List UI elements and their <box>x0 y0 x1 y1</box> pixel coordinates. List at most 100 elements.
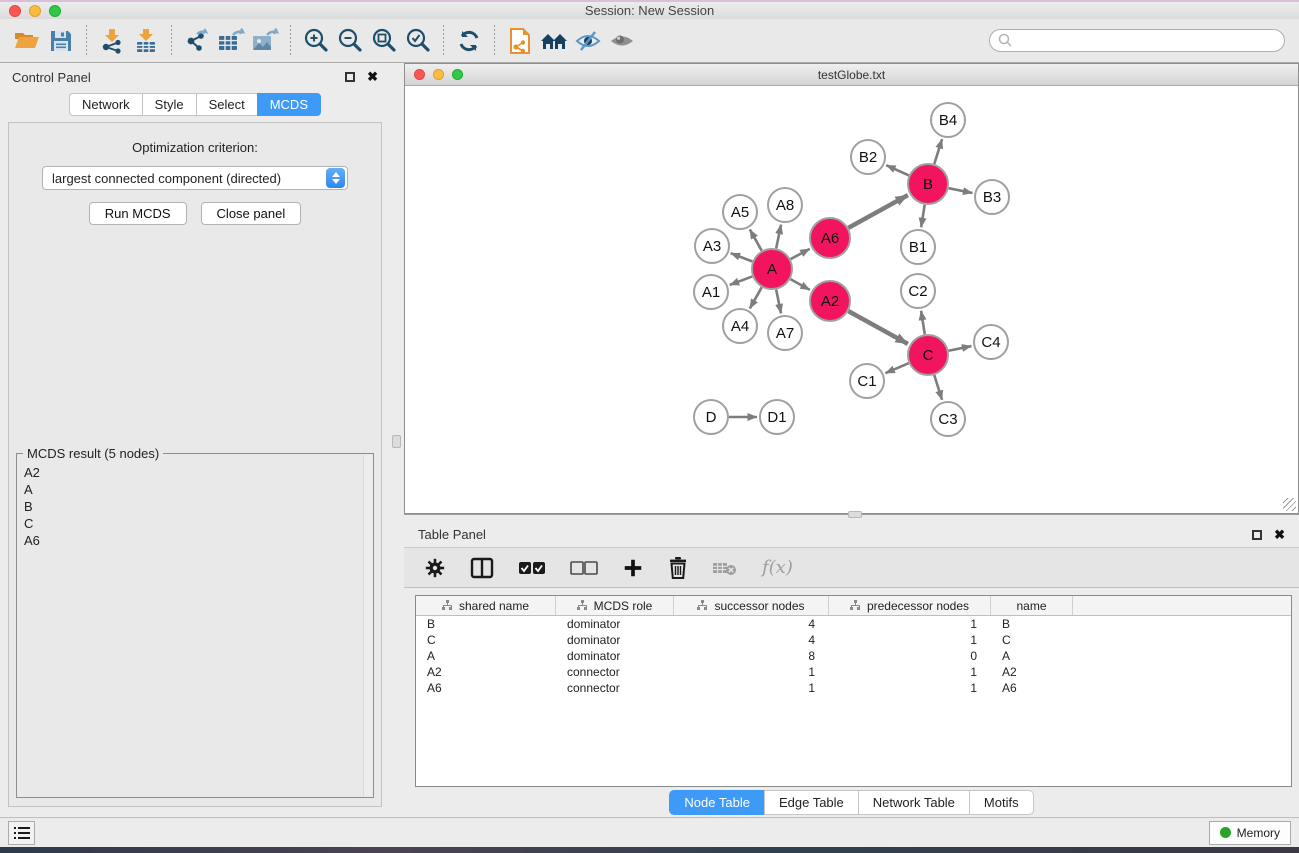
run-mcds-button[interactable]: Run MCDS <box>89 202 187 225</box>
tab-style[interactable]: Style <box>142 93 196 116</box>
table-cell[interactable]: A <box>416 649 556 663</box>
node-B3[interactable]: B3 <box>975 180 1009 214</box>
table-cell[interactable]: 8 <box>674 649 829 663</box>
table-settings-button[interactable] <box>424 557 446 579</box>
node-A2[interactable]: A2 <box>810 281 850 321</box>
show-columns-button[interactable] <box>470 557 494 579</box>
window-resize-grip[interactable] <box>1283 498 1296 511</box>
import-network-button[interactable] <box>95 24 129 58</box>
table-row[interactable]: A2connector11A2 <box>416 664 1291 680</box>
tab-edge-table[interactable]: Edge Table <box>764 790 858 815</box>
create-column-button[interactable] <box>622 557 644 579</box>
table-cell[interactable]: 1 <box>829 681 991 695</box>
edge-A-A2[interactable] <box>790 279 809 290</box>
node-C2[interactable]: C2 <box>901 274 935 308</box>
node-A3[interactable]: A3 <box>695 229 729 263</box>
edge-A-A7[interactable] <box>776 290 781 314</box>
tab-network-table[interactable]: Network Table <box>858 790 969 815</box>
edge-A-A4[interactable] <box>750 287 762 308</box>
column-header-name[interactable]: name <box>991 596 1073 615</box>
result-item[interactable]: A <box>24 481 363 498</box>
task-history-button[interactable] <box>8 821 35 845</box>
table-cell[interactable]: B <box>991 617 1073 631</box>
open-file-button[interactable] <box>10 24 44 58</box>
import-table-button[interactable] <box>129 24 163 58</box>
tab-select[interactable]: Select <box>196 93 257 116</box>
zoom-fit-button[interactable] <box>367 24 401 58</box>
network-zoom-button[interactable] <box>452 69 463 80</box>
edge-C-C2[interactable] <box>921 311 925 334</box>
table-cell[interactable]: dominator <box>556 617 674 631</box>
table-cell[interactable]: 4 <box>674 633 829 647</box>
node-A4[interactable]: A4 <box>723 309 757 343</box>
edge-A-A1[interactable] <box>730 276 753 285</box>
table-cell[interactable]: 1 <box>829 633 991 647</box>
table-cell[interactable]: dominator <box>556 633 674 647</box>
export-table-button[interactable] <box>214 24 248 58</box>
node-A5[interactable]: A5 <box>723 195 757 229</box>
delete-column-button[interactable] <box>668 556 688 579</box>
edge-B-B4[interactable] <box>934 139 942 164</box>
close-panel-button[interactable]: Close panel <box>201 202 302 225</box>
edge-A-A8[interactable] <box>776 225 781 249</box>
edge-A6-B[interactable] <box>848 195 907 228</box>
select-all-button[interactable] <box>518 561 546 575</box>
node-B4[interactable]: B4 <box>931 103 965 137</box>
column-header-successor-nodes[interactable]: successor nodes <box>674 596 829 615</box>
table-cell[interactable]: 1 <box>829 665 991 679</box>
node-A6[interactable]: A6 <box>810 218 850 258</box>
table-cell[interactable]: 0 <box>829 649 991 663</box>
table-cell[interactable]: A2 <box>991 665 1073 679</box>
refresh-button[interactable] <box>452 24 486 58</box>
table-cell[interactable]: A <box>991 649 1073 663</box>
edge-C-C4[interactable] <box>949 346 972 351</box>
table-cell[interactable]: A6 <box>416 681 556 695</box>
edge-B-B3[interactable] <box>949 188 973 193</box>
float-panel-icon[interactable] <box>1252 530 1262 540</box>
column-header-shared-name[interactable]: shared name <box>416 596 556 615</box>
vertical-splitter[interactable] <box>390 63 404 817</box>
minimize-window-button[interactable] <box>29 5 41 17</box>
search-input[interactable] <box>1018 34 1276 48</box>
network-close-button[interactable] <box>414 69 425 80</box>
table-cell[interactable]: 1 <box>674 681 829 695</box>
edge-A2-C[interactable] <box>848 311 907 344</box>
node-C4[interactable]: C4 <box>974 325 1008 359</box>
result-item[interactable]: A2 <box>24 464 363 481</box>
network-canvas[interactable]: B4B2BB3A8A5A6A3B1AC2A1A2A4A7C4CC1C3DD1 <box>405 86 1298 513</box>
table-row[interactable]: A6connector11A6 <box>416 680 1291 696</box>
edge-B-B1[interactable] <box>921 205 925 228</box>
node-C[interactable]: C <box>908 335 948 375</box>
column-header-predecessor-nodes[interactable]: predecessor nodes <box>829 596 991 615</box>
edge-C-C1[interactable] <box>885 363 908 373</box>
export-network-button[interactable] <box>180 24 214 58</box>
node-A7[interactable]: A7 <box>768 316 802 350</box>
delete-table-button[interactable] <box>712 559 738 577</box>
edge-A-A3[interactable] <box>731 253 753 261</box>
table-cell[interactable]: connector <box>556 665 674 679</box>
close-panel-icon[interactable]: ✖ <box>1274 530 1285 540</box>
edge-C-C3[interactable] <box>934 375 942 400</box>
network-from-file-button[interactable] <box>503 24 537 58</box>
table-row[interactable]: Adominator80A <box>416 648 1291 664</box>
result-item[interactable]: A6 <box>24 532 363 549</box>
hide-panels-button[interactable] <box>571 24 605 58</box>
zoom-window-button[interactable] <box>49 5 61 17</box>
node-A[interactable]: A <box>752 249 792 289</box>
table-cell[interactable]: 4 <box>674 617 829 631</box>
tab-network[interactable]: Network <box>69 93 142 116</box>
table-cell[interactable]: A2 <box>416 665 556 679</box>
node-A1[interactable]: A1 <box>694 275 728 309</box>
zoom-out-button[interactable] <box>333 24 367 58</box>
node-D[interactable]: D <box>694 400 728 434</box>
node-B[interactable]: B <box>908 164 948 204</box>
node-D1[interactable]: D1 <box>760 400 794 434</box>
table-cell[interactable]: 1 <box>829 617 991 631</box>
table-cell[interactable]: connector <box>556 681 674 695</box>
save-session-button[interactable] <box>44 24 78 58</box>
splitter-handle[interactable] <box>392 435 401 448</box>
zoom-in-button[interactable] <box>299 24 333 58</box>
tab-motifs[interactable]: Motifs <box>969 790 1034 815</box>
node-A8[interactable]: A8 <box>768 188 802 222</box>
function-builder-button[interactable]: f(x) <box>762 557 793 578</box>
